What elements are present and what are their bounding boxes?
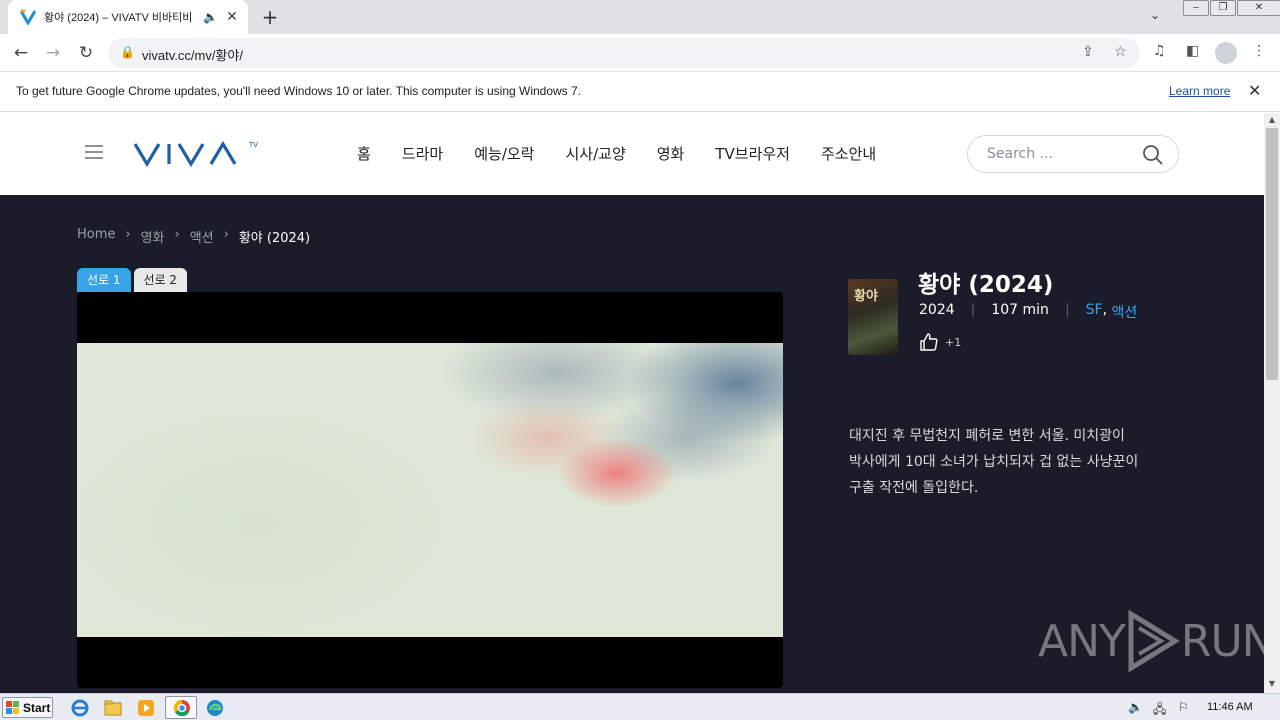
windows-logo-icon [6,700,19,714]
chevron-right-icon: › [174,227,180,242]
video-player[interactable] [77,292,783,688]
close-window-icon[interactable]: ✕ [1237,0,1280,16]
site-header: TV 홈 드라마 예능/오락 시사/교양 영화 TV브라우저 주소안내 Sear… [0,113,1264,195]
search-input[interactable]: Search ... [967,135,1179,173]
bookmark-star-icon[interactable]: ☆ [1114,44,1127,60]
speaker-icon[interactable]: 🔈 [203,10,218,24]
anyrun-watermark: ANY RUN [1038,610,1264,672]
watermark-right: RUN [1180,615,1264,667]
search-placeholder: Search ... [987,146,1053,162]
infobar-close-icon[interactable]: ✕ [1248,81,1261,100]
watermark-left: ANY [1038,615,1126,667]
tab-server-2[interactable]: 선로 2 [133,268,188,292]
genre-link-action[interactable]: 액션 [1112,302,1138,322]
divider: | [970,302,976,318]
menu-kebab-icon[interactable]: ⋮ [1252,43,1266,59]
divider: | [1064,302,1070,318]
nav-item-drama[interactable]: 드라마 [402,143,443,164]
back-arrow-icon[interactable]: ← [8,40,34,66]
browser-tab[interactable]: 황야 (2024) – VIVATV 비바티비 🔈 ✕ [8,0,248,34]
tab-close-icon[interactable]: ✕ [224,9,240,25]
chevron-right-icon: › [125,227,131,242]
side-panel-icon[interactable]: ◧ [1186,43,1199,59]
movie-content: Home › 영화 › 액션 › 황야 (2024) 선로 1 선로 2 황야 … [0,195,1264,693]
viva-logo-icon: TV [133,140,258,168]
movie-meta: 2024 | 107 min | SF , 액션 [919,302,1137,322]
tab-strip: 황야 (2024) – VIVATV 비바티비 🔈 ✕ + ⌄ ‒ ❐ ✕ [0,0,1280,34]
url-text[interactable]: vivatv.cc/mv/황야/ [142,45,243,64]
browser-toolbar: ← → ↻ 🔒 vivatv.cc/mv/황야/ ⇪ ☆ ♫ ◧ ⋮ [0,34,1280,72]
media-control-icon[interactable]: ♫ [1153,43,1166,59]
search-icon[interactable] [1142,144,1164,166]
file-explorer-icon[interactable] [103,698,123,718]
scroll-thumb[interactable] [1266,128,1278,380]
chrome-taskbar-button[interactable] [165,696,197,719]
nav-item-home[interactable]: 홈 [357,143,371,164]
edge-icon[interactable] [205,698,225,718]
profile-avatar[interactable] [1215,42,1237,64]
lock-icon[interactable]: 🔒 [120,45,135,59]
update-infobar: To get future Google Chrome updates, you… [0,72,1280,112]
page-scrollbar[interactable]: ▲ ▼ [1264,113,1280,693]
poster-title: 황야 [854,289,878,304]
breadcrumb-movies[interactable]: 영화 [141,227,165,246]
share-icon[interactable]: ⇪ [1082,44,1094,60]
nav-item-variety[interactable]: 예능/오락 [474,143,534,164]
tab-search-chevron-icon[interactable]: ⌄ [1150,8,1160,22]
windows-taskbar: Start 🔈 🖧 ⚐ 11:46 AM [0,693,1280,720]
svg-text:TV: TV [248,141,258,149]
address-bar[interactable]: 🔒 vivatv.cc/mv/황야/ ⇪ ☆ [108,38,1140,68]
nav-item-movies[interactable]: 영화 [657,143,685,164]
nav-item-current-affairs[interactable]: 시사/교양 [565,143,625,164]
like-count: +1 [945,335,962,349]
breadcrumb-current: 황야 (2024) [238,231,311,246]
scroll-up-arrow-icon[interactable]: ▲ [1264,115,1280,124]
movie-synopsis: 대지진 후 무법천지 폐허로 변한 서울. 미치광이 박사에게 10대 소녀가 … [849,428,1139,496]
start-button[interactable]: Start [2,697,53,718]
breadcrumb-home[interactable]: Home [77,227,115,246]
genre-link-sf[interactable]: SF [1086,302,1103,322]
new-tab-button[interactable]: + [258,5,282,29]
server-tabs: 선로 1 선로 2 [77,268,190,292]
forward-arrow-icon[interactable]: → [40,40,66,66]
main-nav: 홈 드라마 예능/오락 시사/교양 영화 TV브라우저 주소안내 [357,143,907,164]
play-triangle-icon [1128,610,1180,672]
window-controls: ‒ ❐ ✕ [1182,0,1280,18]
reload-icon[interactable]: ↻ [73,40,99,66]
learn-more-link[interactable]: Learn more [1169,84,1230,98]
action-center-flag-icon[interactable]: ⚐ [1178,700,1189,714]
nav-item-tv-browser[interactable]: TV브라우저 [715,143,790,164]
movie-year: 2024 [919,302,955,318]
viva-favicon-icon [20,9,36,25]
volume-icon[interactable]: 🔈 [1128,700,1143,714]
nav-item-address-info[interactable]: 주소안내 [821,143,876,164]
hamburger-menu-icon[interactable] [85,145,103,159]
system-clock[interactable]: 11:46 AM [1207,701,1253,713]
breadcrumb: Home › 영화 › 액션 › 황야 (2024) [77,227,310,246]
infobar-message: To get future Google Chrome updates, you… [16,84,582,98]
media-player-icon[interactable] [136,698,156,718]
video-frame[interactable] [77,343,783,637]
movie-poster: 황야 [848,279,898,355]
network-icon[interactable]: 🖧 [1153,700,1166,720]
tab-server-1[interactable]: 선로 1 [77,268,131,292]
genre-separator: , [1102,302,1112,318]
internet-explorer-icon[interactable] [70,698,90,718]
movie-title: 황야 (2024) [918,272,1054,298]
site-logo[interactable]: TV [133,139,259,173]
thumbs-up-icon[interactable] [919,332,939,352]
like-button[interactable]: +1 [919,332,961,352]
restore-icon[interactable]: ❐ [1210,0,1236,16]
tab-title: 황야 (2024) – VIVATV 비바티비 [44,12,193,24]
chrome-icon [173,699,190,717]
minimize-icon[interactable]: ‒ [1183,0,1209,16]
start-label: Start [23,700,51,715]
chevron-right-icon: › [223,227,229,242]
scroll-down-arrow-icon[interactable]: ▼ [1264,679,1280,688]
movie-runtime: 107 min [991,302,1049,318]
breadcrumb-action[interactable]: 액션 [190,227,214,246]
